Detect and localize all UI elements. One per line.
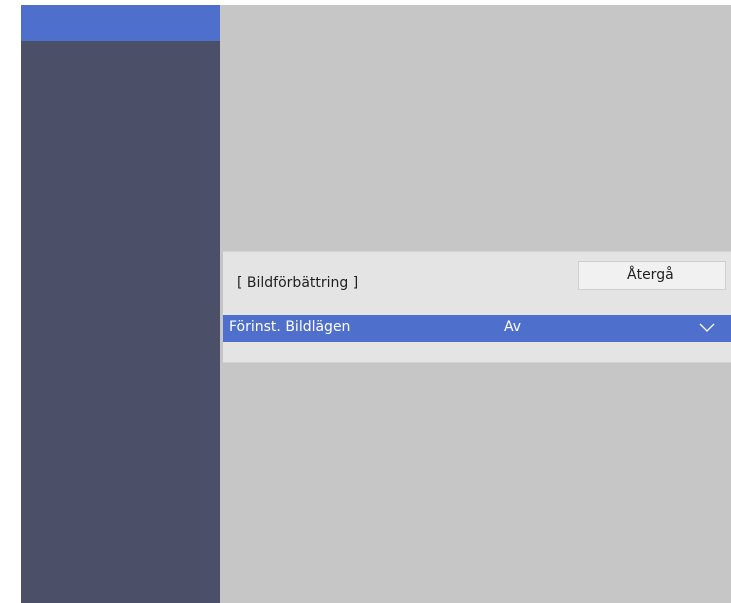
projector-menu-screen: [ Bildförbättring ] Återgå Förinst. Bild… [21,5,731,603]
panel-title: [ Bildförbättring ] [237,275,359,291]
back-button[interactable]: Återgå [578,261,726,290]
sidebar [21,5,220,603]
setting-row-preset-image-modes[interactable]: Förinst. Bildlägen Av [223,315,731,342]
setting-value: Av [504,319,522,335]
chevron-down-icon[interactable] [699,323,715,333]
settings-panel: [ Bildförbättring ] Återgå Förinst. Bild… [223,251,731,363]
sidebar-selected-item[interactable] [21,5,220,41]
back-button-label: Återgå [627,267,674,283]
setting-label: Förinst. Bildlägen [229,319,351,335]
